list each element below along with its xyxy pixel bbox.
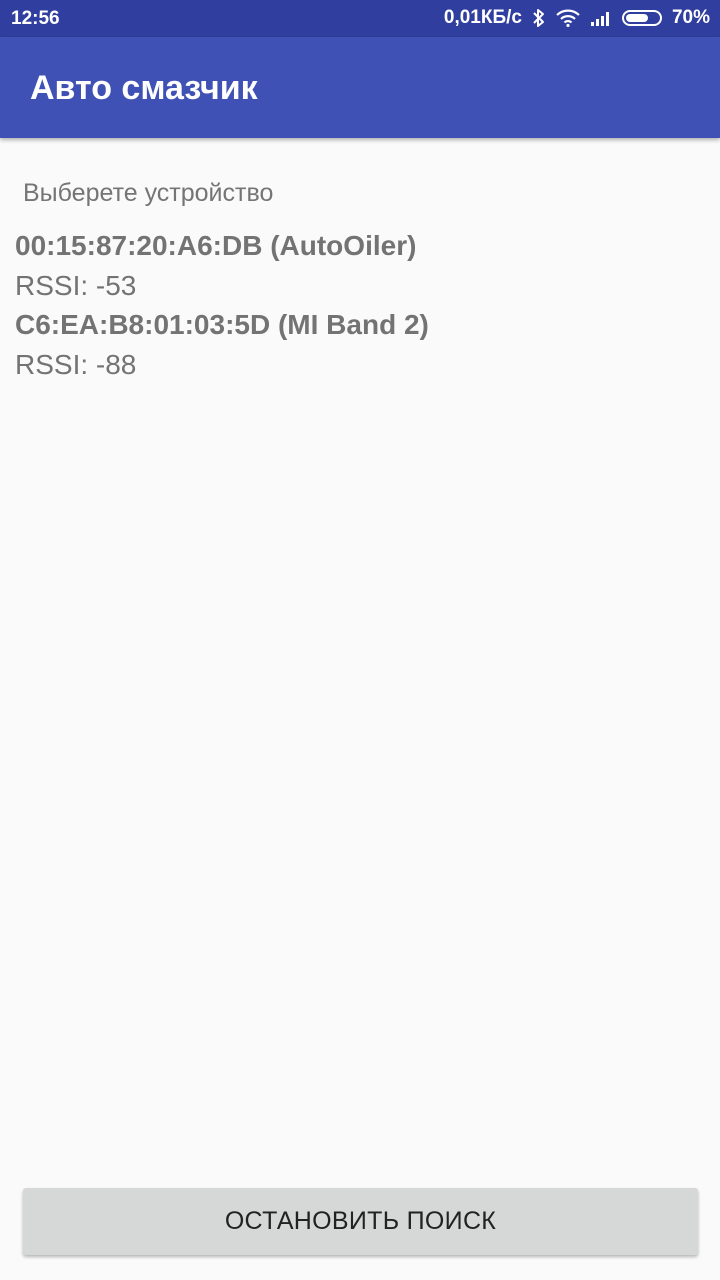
battery-fill [625,14,648,22]
device-list: 00:15:87:20:A6:DB (AutoOiler) RSSI: -53 … [15,228,705,386]
device-rssi: RSSI: -53 [15,270,137,301]
status-right-group: 0,01КБ/с 70% [444,7,710,29]
select-device-prompt: Выберете устройство [23,179,274,207]
bluetooth-icon [532,8,546,28]
stop-search-button[interactable]: ОСТАНОВИТЬ ПОИСК [23,1188,698,1255]
status-bar: 12:56 0,01КБ/с 70% [0,0,720,37]
status-time: 12:56 [11,8,60,29]
device-name[interactable]: C6:EA:B8:01:03:5D (MI Band 2) [15,307,705,347]
battery-icon [621,10,662,26]
app-bar: Авто смазчик [0,37,720,138]
device-name[interactable]: 00:15:87:20:A6:DB (AutoOiler) [15,228,705,268]
signal-icon [590,10,612,26]
app-title: Авто смазчик [30,69,258,107]
wifi-icon [556,9,580,27]
network-speed: 0,01КБ/с [443,7,522,28]
device-list-item[interactable]: 00:15:87:20:A6:DB (AutoOiler) RSSI: -53 [15,228,705,307]
battery-percent: 70% [671,7,710,28]
device-rssi: RSSI: -88 [15,349,137,380]
device-list-item[interactable]: C6:EA:B8:01:03:5D (MI Band 2) RSSI: -88 [15,307,705,386]
